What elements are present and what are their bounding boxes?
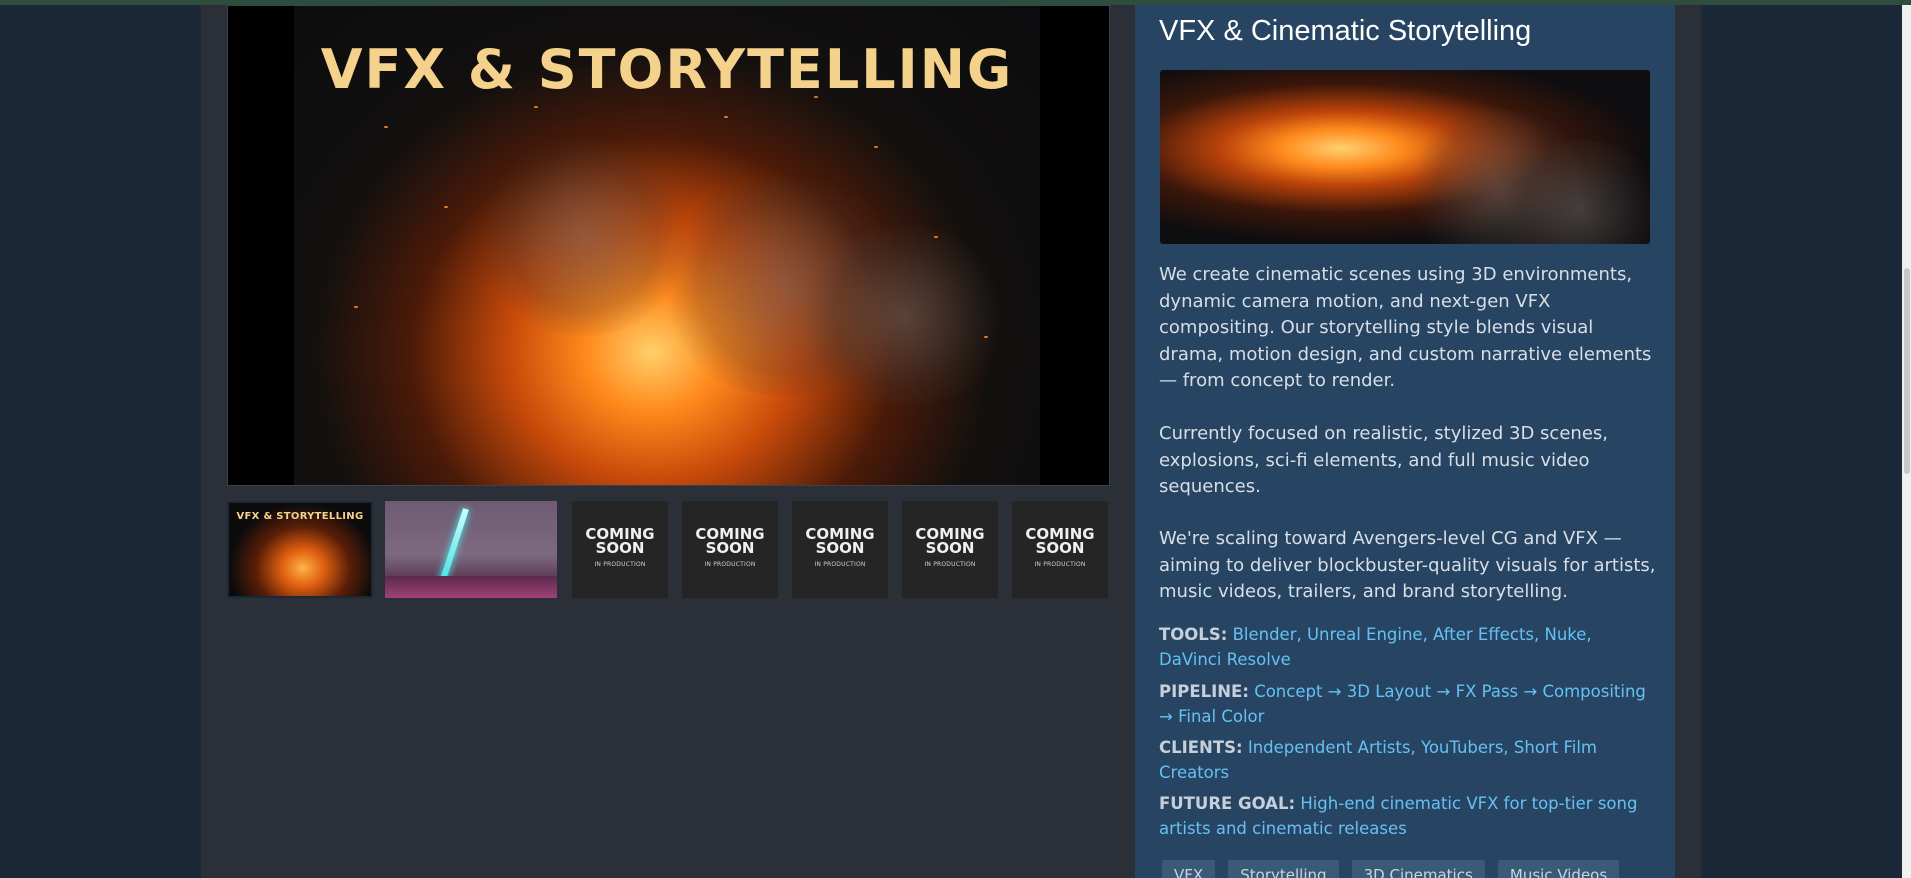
clients-label: CLIENTS: [1159,738,1243,757]
coming-soon-label: COMING SOON [695,525,765,557]
main-media-viewer[interactable]: VFX & STORYTELLING [227,5,1110,486]
tag-list: VFX Storytelling 3D Cinematics Music Vid… [1162,860,1627,878]
ember [354,306,358,308]
ember [874,146,878,148]
ember [534,106,538,108]
ember [444,206,448,208]
thumbnail-3[interactable]: COMING SOON IN PRODUCTION [572,501,668,598]
in-production-label: IN PRODUCTION [924,561,976,568]
thumbnail-5[interactable]: COMING SOON IN PRODUCTION [792,501,888,598]
thumbnail-2[interactable] [385,501,557,598]
in-production-label: IN PRODUCTION [814,561,866,568]
ember [384,126,388,128]
thumbnail-title: VFX & STORYTELLING [236,511,364,522]
in-production-label: IN PRODUCTION [594,561,646,568]
tag-3d-cinematics[interactable]: 3D Cinematics [1351,860,1485,878]
thumbnail-6[interactable]: COMING SOON IN PRODUCTION [902,501,998,598]
description-paragraph-2: Currently focused on realistic, stylized… [1159,423,1608,497]
coming-soon-label: COMING SOON [1025,525,1095,557]
tools-label: TOOLS: [1159,625,1228,644]
thumbnail-7[interactable]: COMING SOON IN PRODUCTION [1012,501,1108,598]
in-production-label: IN PRODUCTION [1034,561,1086,568]
main-image: VFX & STORYTELLING [294,6,1040,485]
tag-storytelling[interactable]: Storytelling [1228,860,1339,878]
smoke-cloud [794,226,1014,406]
in-production-label: IN PRODUCTION [704,561,756,568]
panel-title: VFX & Cinematic Storytelling [1159,15,1532,47]
thumbnail-ground [385,576,557,598]
goal-label: FUTURE GOAL: [1159,794,1296,813]
description-paragraph-3: We're scaling toward Avengers-level CG a… [1159,528,1656,602]
pipeline-row: PIPELINE: Concept → 3D Layout → FX Pass … [1159,679,1659,729]
coming-soon-label: COMING SOON [915,525,985,557]
tools-row: TOOLS: Blender, Unreal Engine, After Eff… [1159,622,1659,672]
coming-soon-label: COMING SOON [585,525,655,557]
tag-music-videos[interactable]: Music Videos [1497,860,1620,878]
description-paragraph-1: We create cinematic scenes using 3D envi… [1159,264,1652,391]
panel-header-image [1160,70,1650,244]
tag-vfx[interactable]: VFX [1162,860,1216,878]
right-gutter [1675,5,1701,878]
thumbnail-1[interactable]: VFX & STORYTELLING [227,501,373,598]
main-image-title: VFX & STORYTELLING [320,38,1014,101]
ember [984,336,988,338]
pipeline-label: PIPELINE: [1159,682,1249,701]
clients-row: CLIENTS: Independent Artists, YouTubers,… [1159,735,1659,785]
coming-soon-label: COMING SOON [805,525,875,557]
goal-row: FUTURE GOAL: High-end cinematic VFX for … [1159,791,1659,841]
ember [934,236,938,238]
ember [724,116,728,118]
thumbnail-strip: VFX & STORYTELLING COMING SOON IN PRODUC… [227,501,1110,598]
scrollbar-thumb[interactable] [1904,268,1910,474]
thumbnail-4[interactable]: COMING SOON IN PRODUCTION [682,501,778,598]
